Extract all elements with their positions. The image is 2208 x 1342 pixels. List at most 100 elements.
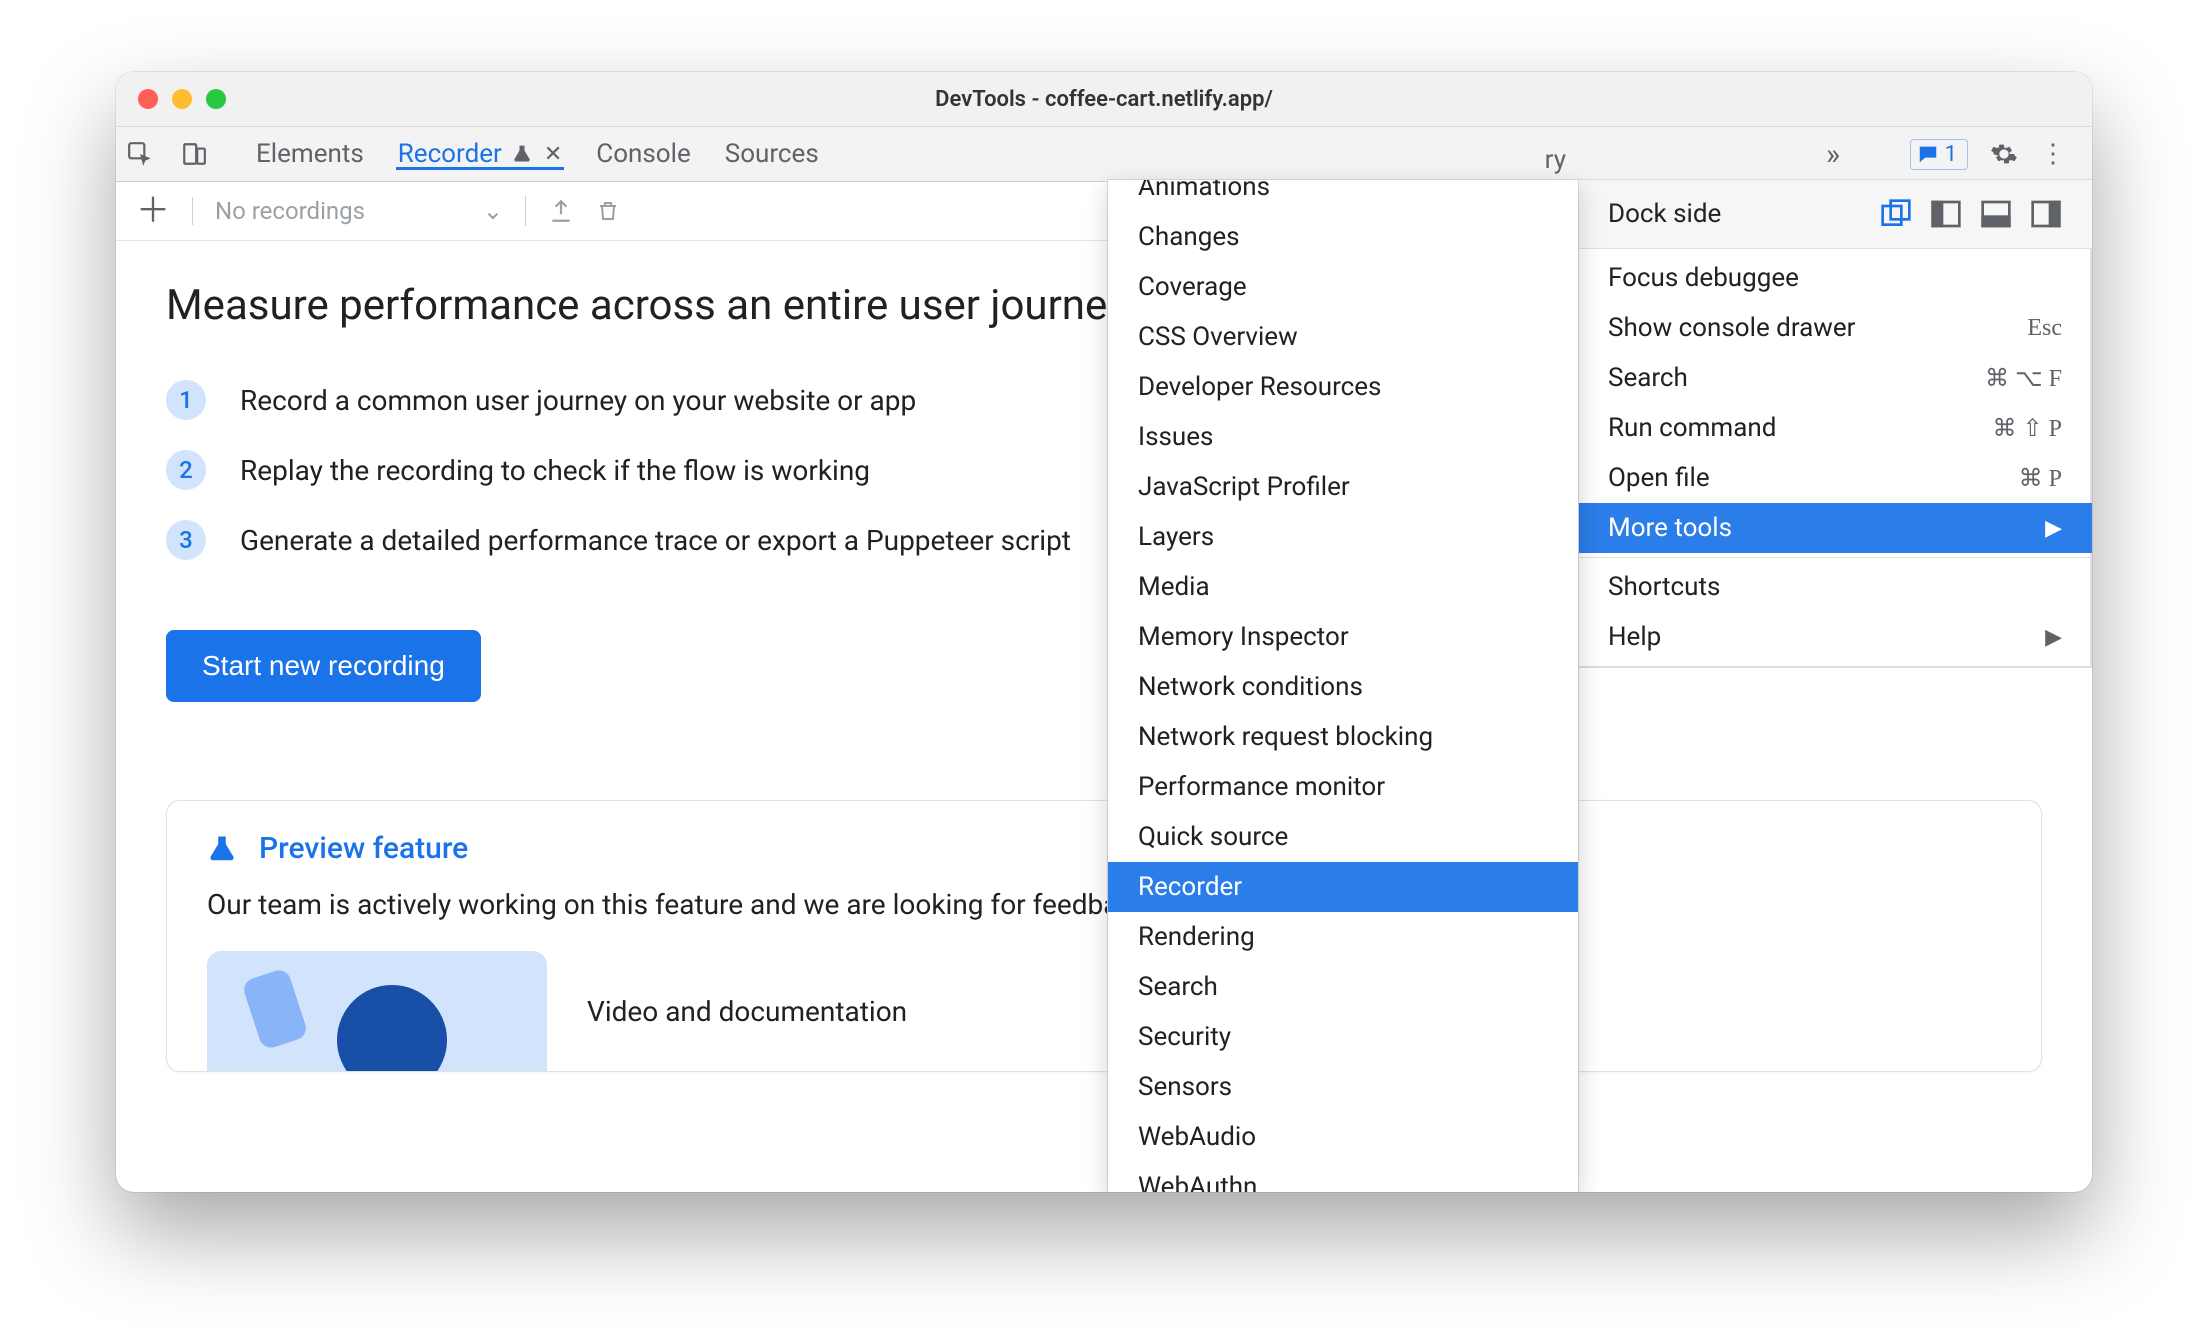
menu-item-run-command[interactable]: Run command ⌘ ⇧ P [1578,403,2092,453]
card-title-row: Preview feature [207,831,2001,866]
menu-item-label: Show console drawer [1608,313,1855,343]
more-tools-item[interactable]: Issues [1108,412,1578,462]
card-text: Our team is actively working on this fea… [207,888,2001,921]
menu-item-open-file[interactable]: Open file ⌘ P [1578,453,2092,503]
submenu-arrow-icon: ▶ [2045,516,2062,541]
more-tools-item[interactable]: Recorder [1108,862,1578,912]
main-menu-section: Focus debuggee Show console drawer Esc S… [1578,249,2092,558]
menu-item-label: Open file [1608,463,1710,493]
step-number: 1 [166,380,206,420]
dock-side-options [1880,198,2062,230]
devtools-window: DevTools - coffee-cart.netlify.app/ Elem… [116,72,2092,1192]
more-tools-item[interactable]: Network conditions [1108,662,1578,712]
panel-tabs: Elements Recorder ✕ Console Sources [256,139,819,169]
main-menu-section: Shortcuts Help ▶ [1578,558,2092,667]
tab-label: Recorder [398,139,502,169]
preview-feature-card: Preview feature Our team is actively wor… [166,800,2042,1072]
menu-item-more-tools[interactable]: More tools ▶ [1578,503,2092,553]
card-title: Preview feature [259,831,468,866]
more-tools-item[interactable]: Search [1108,962,1578,1012]
dock-right-icon[interactable] [2030,198,2062,230]
more-tools-submenu: AnimationsChangesCoverageCSS OverviewDev… [1108,180,1578,1192]
close-window-button[interactable] [138,89,158,109]
start-recording-button[interactable]: Start new recording [166,630,481,702]
menu-item-label: More tools [1608,513,1732,543]
menu-item-help[interactable]: Help ▶ [1578,612,2092,662]
menu-item-shortcuts[interactable]: Shortcuts [1578,562,2092,612]
menu-item-label: Run command [1608,413,1776,443]
step-text: Record a common user journey on your web… [240,384,916,417]
window-controls [138,89,226,109]
more-tools-item[interactable]: Memory Inspector [1108,612,1578,662]
dock-side-row: Dock side [1578,180,2092,248]
menu-item-focus-debuggee[interactable]: Focus debuggee [1578,253,2092,303]
tab-overflow-peek: ry [996,139,1572,181]
issues-badge[interactable]: 1 [1910,139,1968,170]
more-tools-item[interactable]: Media [1108,562,1578,612]
titlebar: DevTools - coffee-cart.netlify.app/ [116,72,2092,127]
minimize-window-button[interactable] [172,89,192,109]
main-menu-button[interactable]: ⋮ [2040,141,2066,167]
issues-count: 1 [1945,142,1957,167]
flask-icon [207,833,237,865]
tab-elements[interactable]: Elements [256,139,364,169]
more-tools-item[interactable]: Animations [1108,180,1578,212]
menu-item-search[interactable]: Search ⌘ ⌥ F [1578,353,2092,403]
menu-item-label: Focus debuggee [1608,263,1799,293]
more-tools-item[interactable]: Layers [1108,512,1578,562]
menu-item-label: Shortcuts [1608,572,1720,602]
dock-left-icon[interactable] [1930,198,1962,230]
tab-label: Console [596,139,690,169]
tab-label: Sources [725,139,819,169]
more-tools-item[interactable]: Coverage [1108,262,1578,312]
menu-item-shortcut: ⌘ ⇧ P [1993,414,2062,443]
more-tools-item[interactable]: Network request blocking [1108,712,1578,762]
menu-item-shortcut: Esc [2027,315,2062,342]
close-tab-icon[interactable]: ✕ [544,142,562,167]
more-tabs-icon[interactable]: » [1826,137,1840,172]
maximize-window-button[interactable] [206,89,226,109]
new-recording-icon[interactable]: ＋ [136,194,170,228]
more-tools-item[interactable]: WebAuthn [1108,1162,1578,1192]
menu-item-console-drawer[interactable]: Show console drawer Esc [1578,303,2092,353]
more-tools-item[interactable]: Rendering [1108,912,1578,962]
delete-icon[interactable] [596,198,620,224]
more-tools-item[interactable]: Sensors [1108,1062,1578,1112]
settings-gear-icon[interactable] [1990,140,2018,168]
inspect-element-icon[interactable] [126,140,154,168]
window-title: DevTools - coffee-cart.netlify.app/ [116,87,2092,112]
card-illustration [207,951,547,1071]
export-icon[interactable] [548,198,574,224]
more-tools-item[interactable]: CSS Overview [1108,312,1578,362]
tab-console[interactable]: Console [596,139,690,169]
card-media-row: Video and documentation [207,951,2001,1071]
step-text: Generate a detailed performance trace or… [240,524,1071,557]
more-tools-item[interactable]: Security [1108,1012,1578,1062]
dock-side-label: Dock side [1608,199,1721,229]
menu-item-shortcut: ⌘ ⌥ F [1985,364,2062,393]
more-tools-item[interactable]: JavaScript Profiler [1108,462,1578,512]
chevron-down-icon: ⌄ [483,197,503,225]
step-number: 2 [166,450,206,490]
menu-item-shortcut: ⌘ P [2019,464,2062,493]
flask-icon [512,143,532,165]
main-menu: Dock side Focus debuggee Show console dr… [1578,180,2092,667]
more-tools-item[interactable]: Quick source [1108,812,1578,862]
dock-undock-icon[interactable] [1880,198,1912,230]
dropdown-label: No recordings [215,197,365,225]
more-tools-item[interactable]: Developer Resources [1108,362,1578,412]
device-toolbar-icon[interactable] [180,140,208,168]
devtools-tabstrip: Elements Recorder ✕ Console Sources ry » [116,127,2092,182]
more-tools-item[interactable]: Performance monitor [1108,762,1578,812]
tab-recorder[interactable]: Recorder ✕ [398,139,563,169]
more-tools-item[interactable]: WebAudio [1108,1112,1578,1162]
submenu-arrow-icon: ▶ [2045,625,2062,650]
step-number: 3 [166,520,206,560]
recordings-dropdown[interactable]: No recordings ⌄ [192,197,503,225]
tab-sources[interactable]: Sources [725,139,819,169]
step-text: Replay the recording to check if the flo… [240,454,870,487]
more-tools-item[interactable]: Changes [1108,212,1578,262]
chat-icon [1917,143,1939,165]
dock-bottom-icon[interactable] [1980,198,2012,230]
menu-item-label: Search [1608,363,1688,393]
